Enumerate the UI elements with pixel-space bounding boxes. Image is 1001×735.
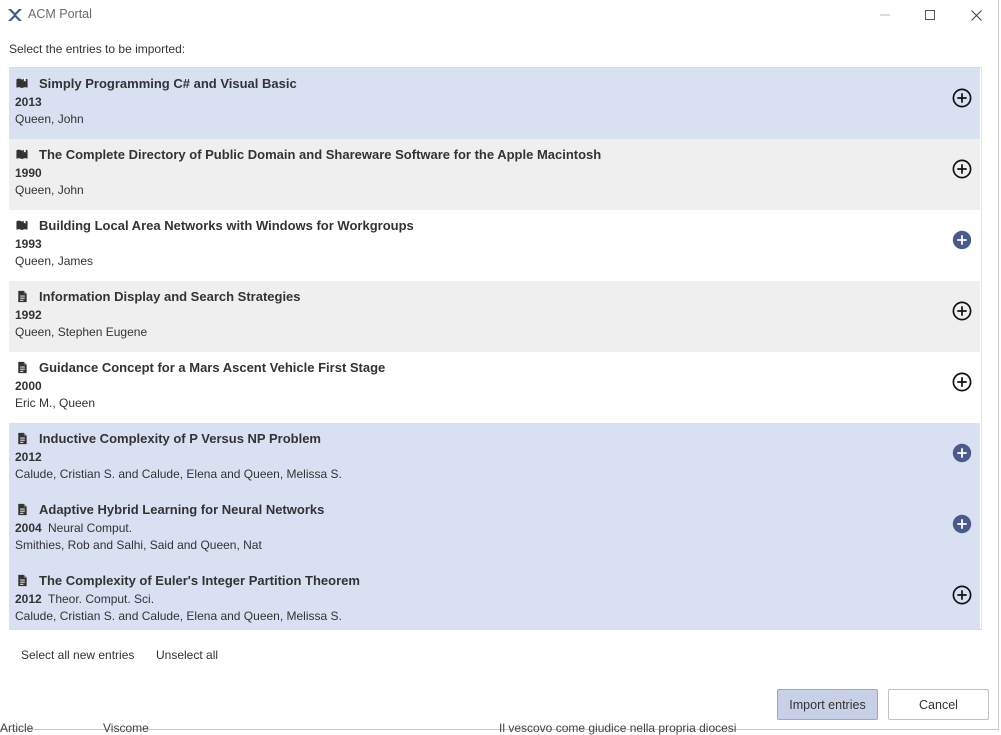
plus-circle-filled-icon [952, 443, 972, 463]
entry-title: Building Local Area Networks with Window… [39, 218, 414, 233]
add-entry-button[interactable] [952, 372, 972, 392]
entry-title: Simply Programming C# and Visual Basic [39, 76, 297, 91]
entry-authors: Calude, Cristian S. and Calude, Elena an… [15, 609, 342, 623]
entry-row[interactable]: The Complete Directory of Public Domain … [9, 139, 980, 210]
entry-journal: Theor. Comput. Sci. [48, 592, 155, 606]
add-entry-button[interactable] [952, 514, 972, 534]
plus-circle-outline-icon [952, 301, 972, 321]
entry-row[interactable]: The Complexity of Euler's Integer Partit… [9, 565, 980, 629]
add-entry-button[interactable] [952, 230, 972, 250]
entry-authors: Queen, Stephen Eugene [15, 325, 148, 339]
add-entry-button[interactable] [952, 585, 972, 605]
plus-circle-filled-icon [952, 514, 972, 534]
unselect-all-button[interactable]: Unselect all [156, 648, 218, 662]
entry-year: 2012 [15, 450, 42, 464]
close-button[interactable] [953, 0, 998, 30]
entry-title: The Complete Directory of Public Domain … [39, 147, 602, 162]
plus-circle-filled-icon [952, 230, 972, 250]
minimize-button[interactable] [862, 0, 908, 30]
entry-authors: Calude, Cristian S. and Calude, Elena an… [15, 467, 342, 481]
entry-title: Guidance Concept for a Mars Ascent Vehic… [39, 360, 386, 375]
add-entry-button[interactable] [952, 159, 972, 179]
maximize-button[interactable] [907, 0, 953, 30]
book-icon [16, 219, 28, 231]
add-entry-button[interactable] [952, 301, 972, 321]
entry-authors: Queen, James [15, 254, 94, 268]
entry-authors: Queen, John [15, 183, 84, 197]
entry-year: 2004 [15, 521, 42, 535]
title-bar: ACM Portal [0, 0, 998, 30]
article-icon [18, 290, 27, 303]
plus-circle-outline-icon [952, 88, 972, 108]
entry-year: 1993 [15, 237, 42, 251]
entry-list[interactable]: Simply Programming C# and Visual Basic 20… [9, 67, 990, 630]
instruction-text: Select the entries to be imported: [9, 42, 186, 56]
book-icon [16, 148, 28, 160]
add-entry-button[interactable] [952, 88, 972, 108]
entry-row[interactable]: Inductive Complexity of P Versus NP Prob… [9, 423, 980, 494]
entry-title: Adaptive Hybrid Learning for Neural Netw… [39, 502, 325, 517]
add-entry-button[interactable] [952, 443, 972, 463]
entry-row[interactable]: Building Local Area Networks with Window… [9, 210, 980, 281]
entry-title: Information Display and Search Strategie… [39, 289, 301, 304]
plus-circle-outline-icon [952, 159, 972, 179]
entry-authors: Eric M., Queen [15, 396, 96, 410]
article-icon [18, 361, 27, 374]
import-entries-button[interactable]: Import entries [777, 689, 878, 720]
entry-year: 1992 [15, 308, 42, 322]
entry-title: The Complexity of Euler's Integer Partit… [39, 573, 360, 588]
close-icon [970, 9, 982, 21]
plus-circle-outline-icon [952, 585, 972, 605]
plus-circle-outline-icon [952, 372, 972, 392]
entry-authors: Smithies, Rob and Salhi, Said and Queen,… [15, 538, 262, 552]
entry-journal: Neural Comput. [48, 521, 133, 535]
entry-year: 2000 [15, 379, 42, 393]
entry-year: 2012 [15, 592, 42, 606]
vertical-scrollbar[interactable] [981, 67, 990, 630]
maximize-icon [925, 10, 935, 20]
entry-year: 1990 [15, 166, 42, 180]
article-icon [18, 503, 27, 516]
minimize-icon [880, 14, 890, 16]
app-logo-icon [8, 9, 22, 21]
select-all-new-entries-button[interactable]: Select all new entries [21, 648, 134, 662]
article-icon [18, 432, 27, 445]
window-title: ACM Portal [28, 7, 92, 21]
article-icon [18, 574, 27, 587]
entry-authors: Queen, John [15, 112, 84, 126]
entry-year: 2013 [15, 95, 42, 109]
entry-title: Inductive Complexity of P Versus NP Prob… [39, 431, 321, 446]
import-dialog: ACM Portal Select the entries to be impo… [0, 0, 999, 730]
book-icon [16, 77, 28, 89]
entry-row[interactable]: Adaptive Hybrid Learning for Neural Netw… [9, 494, 980, 565]
entry-row[interactable]: Simply Programming C# and Visual Basic 20… [9, 68, 980, 139]
cancel-button[interactable]: Cancel [888, 689, 989, 720]
entry-row[interactable]: Guidance Concept for a Mars Ascent Vehic… [9, 352, 980, 423]
entry-row[interactable]: Information Display and Search Strategie… [9, 281, 980, 352]
